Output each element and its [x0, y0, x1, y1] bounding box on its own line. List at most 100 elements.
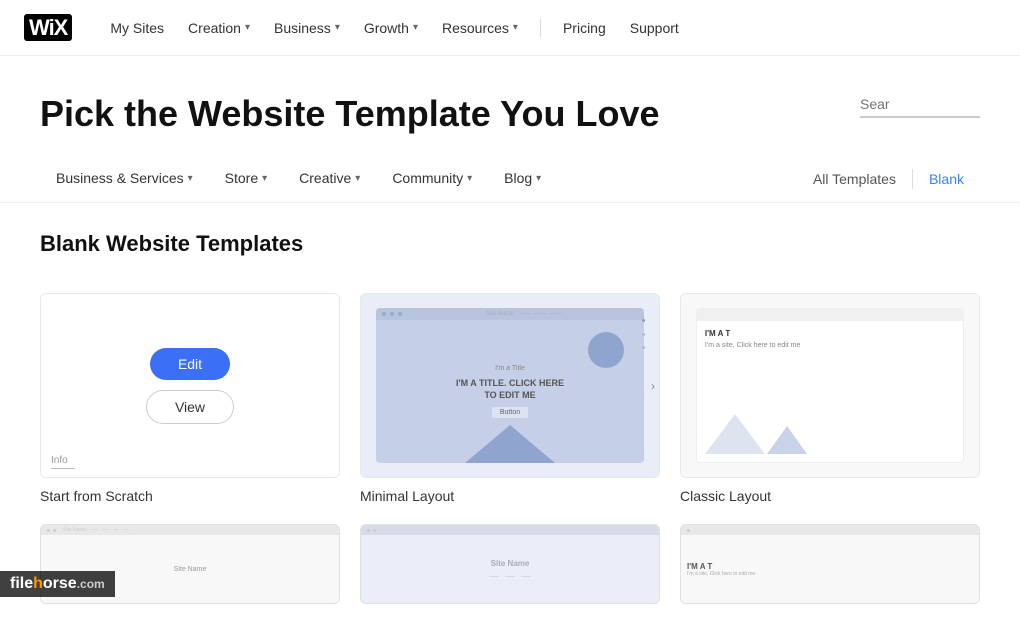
thumb-bottom-sitename: Site Name	[491, 559, 530, 568]
filter-label: Business & Services	[56, 170, 184, 186]
thumb-scratch-inner: Edit View Info	[41, 294, 339, 477]
nav-creation[interactable]: Creation ▾	[178, 14, 260, 42]
nav-label: Creation	[188, 20, 241, 36]
thumb-bottom-content: I'M A T I'm a site, Click here to edit m…	[681, 525, 979, 603]
thumb-bottom-bar	[361, 525, 659, 535]
filter-label: Creative	[299, 170, 351, 186]
template-card-classic[interactable]: I'M A T I'm a site, Click here to edit m…	[680, 293, 980, 504]
nav-label: Business	[274, 20, 331, 36]
filter-community[interactable]: Community ▾	[376, 156, 488, 202]
thumb-bottom-bar	[681, 525, 979, 535]
chevron-down-icon: ▾	[188, 173, 193, 184]
hero-section: Pick the Website Template You Love	[0, 56, 1020, 155]
nav-label: Pricing	[563, 20, 606, 36]
filter-business-services[interactable]: Business & Services ▾	[40, 156, 209, 202]
scroll-indicators	[641, 314, 645, 354]
mountain-small	[767, 426, 807, 454]
browser-content: I'm a Title I'M A TITLE. CLICK HERETO ED…	[376, 320, 644, 464]
chevron-down-icon: ▾	[467, 173, 472, 184]
scroll-dot	[642, 319, 645, 322]
browser-mockup: Site Name —— —— —— I'm a Title I'M A TIT…	[376, 308, 644, 464]
blank-templates-section: Blank Website Templates	[0, 203, 1020, 293]
nav-divider	[540, 18, 541, 38]
filter-blank[interactable]: Blank	[913, 157, 980, 201]
template-card-scratch[interactable]: Edit View Info Start from Scratch	[40, 293, 340, 504]
thumb-bottom-subtitle: I'm a site, Click here to edit me	[687, 571, 755, 577]
browser-dot	[398, 312, 402, 316]
classic-mountain	[705, 414, 955, 454]
nav-support[interactable]: Support	[620, 14, 689, 42]
browser-dot	[382, 312, 386, 316]
nav-my-sites[interactable]: My Sites	[100, 14, 174, 42]
edit-button[interactable]: Edit	[150, 348, 230, 380]
classic-subtitle: I'm a site, Click here to edit me	[705, 342, 955, 349]
thumb-minimal-inner: Site Name —— —— —— I'm a Title I'M A TIT…	[361, 294, 659, 477]
wix-logo[interactable]: WiX	[24, 15, 72, 41]
filter-label: Community	[392, 170, 463, 186]
chevron-down-icon: ▾	[513, 22, 518, 33]
bottom-tab-row: Site Name — — — —	[63, 527, 129, 533]
filter-creative[interactable]: Creative ▾	[283, 156, 376, 202]
thumb-bottom-title: I'M A T	[687, 562, 712, 571]
chevron-down-icon: ▾	[536, 173, 541, 184]
scroll-dot	[642, 346, 645, 349]
info-label: Info	[51, 455, 68, 466]
nav-label: Support	[630, 20, 679, 36]
filter-store[interactable]: Store ▾	[209, 156, 284, 202]
nav-links: —— —— ——	[489, 574, 531, 580]
chevron-down-icon: ▾	[355, 173, 360, 184]
template-card-bottom-3[interactable]: I'M A T I'm a site, Click here to edit m…	[680, 524, 980, 604]
thumb-bottom-dot	[373, 529, 376, 532]
template-grid-bottom: Site Name — — — — Site Name Site Name —	[0, 524, 1020, 624]
thumb-bottom-dot	[367, 529, 370, 532]
thumb-bottom-sitename: Site Name	[174, 566, 207, 573]
nav-items: My Sites Creation ▾ Business ▾ Growth ▾ …	[100, 14, 996, 42]
scroll-dot	[642, 333, 645, 336]
circle-decoration	[588, 332, 624, 368]
search-area	[860, 92, 980, 118]
browser-bar: Site Name —— —— ——	[376, 308, 644, 320]
nav-link: ——	[521, 574, 531, 580]
filter-right-group: All Templates Blank	[797, 157, 980, 201]
classic-browser-bar	[697, 309, 963, 321]
view-button[interactable]: View	[146, 390, 234, 424]
thumb-bottom-content: Site Name —— —— ——	[361, 525, 659, 603]
template-card-minimal[interactable]: Site Name —— —— —— I'm a Title I'M A TIT…	[360, 293, 660, 504]
template-card-bottom-2[interactable]: Site Name —— —— ——	[360, 524, 660, 604]
filter-blog[interactable]: Blog ▾	[488, 156, 557, 202]
thumb-bottom-dot	[687, 529, 690, 532]
template-name: Start from Scratch	[40, 488, 340, 504]
classic-title: I'M A T	[705, 329, 955, 338]
thumb-bottom-2: Site Name —— —— ——	[360, 524, 660, 604]
thumb-bottom-3: I'M A T I'm a site, Click here to edit m…	[680, 524, 980, 604]
template-thumb-scratch: Edit View Info	[40, 293, 340, 478]
chevron-down-icon: ▾	[335, 22, 340, 33]
nav-link: ——	[489, 574, 499, 580]
minimal-main-text: I'M A TITLE. CLICK HERETO EDIT ME	[456, 378, 564, 401]
section-title: Blank Website Templates	[40, 231, 980, 257]
classic-browser-mockup: I'M A T I'm a site, Click here to edit m…	[696, 308, 964, 464]
thumb-bottom-body: Site Name —— —— ——	[361, 535, 659, 603]
triangle-decoration	[465, 425, 555, 463]
filter-label: Blog	[504, 170, 532, 186]
thumb-bottom-bar: Site Name — — — —	[41, 525, 339, 535]
minimal-small-title: I'm a Title	[495, 365, 525, 372]
search-input[interactable]	[860, 92, 980, 118]
nav-business[interactable]: Business ▾	[264, 14, 350, 42]
nav-growth[interactable]: Growth ▾	[354, 14, 428, 42]
nav-label: Growth	[364, 20, 409, 36]
filehorse-watermark: filehorse.com	[0, 571, 115, 597]
nav-resources[interactable]: Resources ▾	[432, 14, 528, 42]
template-name: Classic Layout	[680, 488, 980, 504]
nav-pricing[interactable]: Pricing	[553, 14, 616, 42]
chevron-down-icon: ▾	[262, 173, 267, 184]
template-thumb-minimal: Site Name —— —— —— I'm a Title I'M A TIT…	[360, 293, 660, 478]
filter-bar: Business & Services ▾ Store ▾ Creative ▾…	[0, 155, 1020, 203]
thumb-bottom-dot	[53, 529, 56, 532]
nav-label: My Sites	[110, 20, 164, 36]
info-line	[51, 468, 75, 469]
minimal-mountain	[376, 405, 644, 463]
filter-all-templates[interactable]: All Templates	[797, 157, 912, 201]
chevron-down-icon: ▾	[245, 22, 250, 33]
template-grid: Edit View Info Start from Scratch	[0, 293, 1020, 524]
